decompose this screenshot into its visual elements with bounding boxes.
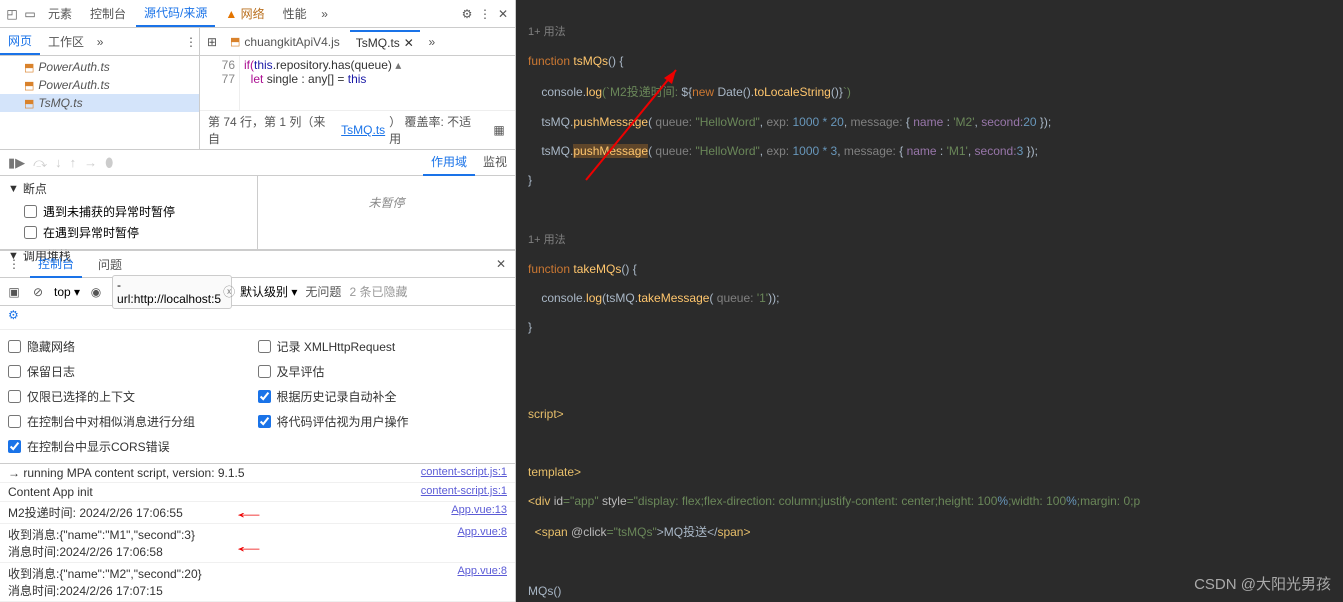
opt-user-gesture[interactable]: 将代码评估视为用户操作 (258, 413, 508, 430)
sidebar-toggle-icon[interactable]: ▣ (6, 284, 22, 300)
tab-sources[interactable]: 源代码/来源 (136, 0, 215, 27)
more-tabs-icon[interactable]: » (317, 6, 333, 22)
file-icon: ⬒ (230, 35, 240, 48)
step-out-icon[interactable]: ↑ (70, 155, 77, 171)
console-log: → running MPA content script, version: 9… (0, 464, 515, 602)
log-row[interactable]: → running MPA content script, version: 9… (0, 464, 515, 483)
pause-icon[interactable]: ▮▶ (8, 155, 25, 171)
sources-subrow: 网页 工作区 » ⋮ ⊞ ⬒chuangkitApiV4.js TsMQ.ts … (0, 28, 515, 56)
context-selector[interactable]: top ▾ (54, 285, 80, 299)
log-source-link[interactable]: App.vue:8 (449, 526, 507, 538)
file-icon: ⬒ (24, 97, 34, 110)
debug-toolbar: ▮▶ ⤼ ↓ ↑ → ⬮ 作用域 监视 (0, 150, 515, 176)
file-tabs: ⊞ ⬒chuangkitApiV4.js TsMQ.ts ✕ » (200, 30, 444, 54)
no-issues: 无问题 (305, 283, 341, 300)
tab-watch[interactable]: 监视 (475, 149, 515, 176)
filter-input[interactable]: -url:http://localhost:5ⓧ (112, 275, 232, 309)
opt-hide-network[interactable]: 隐藏网络 (8, 338, 258, 355)
kebab-icon[interactable]: ⋮ (6, 256, 22, 272)
console-settings: 隐藏网络 保留日志 仅限已选择的上下文 在控制台中对相似消息进行分组 在控制台中… (0, 330, 515, 464)
opt-group-similar[interactable]: 在控制台中对相似消息进行分组 (8, 413, 258, 430)
level-selector[interactable]: 默认级别 ▾ (240, 283, 297, 300)
tree-item[interactable]: ⬒PowerAuth.ts (0, 76, 199, 94)
sources-content: ⬒PowerAuth.ts ⬒PowerAuth.ts ⬒TsMQ.ts 767… (0, 56, 515, 150)
opt-preserve-log[interactable]: 保留日志 (8, 363, 258, 380)
usage-hint: 1+ 用法 (528, 23, 1331, 39)
paused-msg: 未暂停 (258, 176, 515, 249)
log-source-link[interactable]: App.vue:13 (443, 504, 507, 516)
tab-workspace[interactable]: 工作区 (40, 29, 92, 54)
tab-elements[interactable]: 元素 (40, 1, 80, 26)
settings-icon[interactable]: ⚙ (459, 6, 475, 22)
devtools-main-tabs: ◰ ▭ 元素 控制台 源代码/来源 ▲ 网络 性能 » ⚙ ⋮ ✕ (0, 0, 515, 28)
status-link[interactable]: TsMQ.ts (341, 123, 385, 137)
more-icon[interactable]: » (424, 34, 440, 50)
opt-log-xhr[interactable]: 记录 XMLHttpRequest (258, 338, 508, 355)
devtools-panel: ◰ ▭ 元素 控制台 源代码/来源 ▲ 网络 性能 » ⚙ ⋮ ✕ 网页 工作区… (0, 0, 516, 602)
tab-performance[interactable]: 性能 (275, 1, 315, 26)
status-line: 第 74 行，第 1 列（来自 TsMQ.ts） 覆盖率: 不适用 ▦ (200, 110, 515, 149)
file-tree: ⬒PowerAuth.ts ⬒PowerAuth.ts ⬒TsMQ.ts (0, 56, 200, 149)
file-icon: ⬒ (24, 61, 34, 74)
bp-uncaught[interactable]: 遇到未捕获的异常时暂停 (0, 201, 257, 222)
device-icon[interactable]: ▭ (22, 6, 38, 22)
file-tab-1[interactable]: ⬒chuangkitApiV4.js (224, 31, 346, 53)
breakpoints-header[interactable]: ▼ 断点 (0, 176, 257, 201)
hidden-count[interactable]: 2 条已隐藏 (349, 283, 407, 300)
tab-console[interactable]: 控制台 (82, 1, 134, 26)
opt-autocomplete[interactable]: 根据历史记录自动补全 (258, 388, 508, 405)
more-icon[interactable]: » (92, 34, 108, 50)
deactivate-icon[interactable]: ⬮ (105, 155, 113, 171)
ide-editor[interactable]: 1+ 用法 function tsMQs() { console.log(`M2… (516, 0, 1343, 602)
tree-item[interactable]: ⬒PowerAuth.ts (0, 58, 199, 76)
usage-hint: 1+ 用法 (528, 231, 1331, 247)
clear-icon[interactable]: ⊘ (30, 284, 46, 300)
line-gutter: 7677 (200, 56, 240, 110)
kebab-icon[interactable]: ⋮ (183, 34, 199, 50)
opt-selected-context[interactable]: 仅限已选择的上下文 (8, 388, 258, 405)
tab-scope[interactable]: 作用域 (423, 149, 475, 176)
step-over-icon[interactable]: ⤼ (33, 155, 47, 171)
settings-icon[interactable]: ⚙ (0, 306, 515, 330)
inspect-icon[interactable]: ◰ (4, 6, 20, 22)
tab-page[interactable]: 网页 (0, 28, 40, 55)
drawer-tabs: ⋮ 控制台 问题 ✕ (0, 250, 515, 278)
nav-icon[interactable]: ⊞ (204, 34, 220, 50)
code-editor[interactable]: if(this.repository.has(queue) ▴ let sing… (240, 56, 515, 110)
opt-cors-errors[interactable]: 在控制台中显示CORS错误 (8, 438, 258, 455)
log-source-link[interactable]: content-script.js:1 (413, 485, 507, 497)
annotation-arrow: ← (231, 502, 267, 523)
tab-network[interactable]: ▲ 网络 (217, 1, 272, 26)
drawer-console[interactable]: 控制台 (30, 251, 82, 278)
step-icon[interactable]: → (84, 155, 97, 171)
coverage-icon[interactable]: ▦ (491, 122, 507, 138)
console-toolbar: ▣ ⊘ top ▾ ◉ -url:http://localhost:5ⓧ 默认级… (0, 278, 515, 306)
log-source-link[interactable]: App.vue:8 (449, 565, 507, 577)
annotation-arrow: ← (231, 536, 267, 557)
file-icon: ⬒ (24, 79, 34, 92)
log-row[interactable]: Content App initcontent-script.js:1 (0, 483, 515, 502)
eye-icon[interactable]: ◉ (88, 284, 104, 300)
step-into-icon[interactable]: ↓ (55, 155, 62, 171)
log-row[interactable]: 收到消息:{"name":"M2","second":20} 消息时间:2024… (0, 563, 515, 602)
file-tab-2[interactable]: TsMQ.ts ✕ (350, 30, 420, 54)
bp-caught[interactable]: 在遇到异常时暂停 (0, 222, 257, 243)
watermark: CSDN @大阳光男孩 (1194, 573, 1331, 594)
log-source-link[interactable]: content-script.js:1 (413, 466, 507, 478)
close-icon[interactable]: ✕ (404, 36, 414, 50)
opt-eager-eval[interactable]: 及早评估 (258, 363, 508, 380)
kebab-icon[interactable]: ⋮ (477, 6, 493, 22)
close-icon[interactable]: ✕ (493, 256, 509, 272)
tree-item-selected[interactable]: ⬒TsMQ.ts (0, 94, 199, 112)
drawer-issues[interactable]: 问题 (90, 252, 130, 277)
close-icon[interactable]: ✕ (495, 6, 511, 22)
